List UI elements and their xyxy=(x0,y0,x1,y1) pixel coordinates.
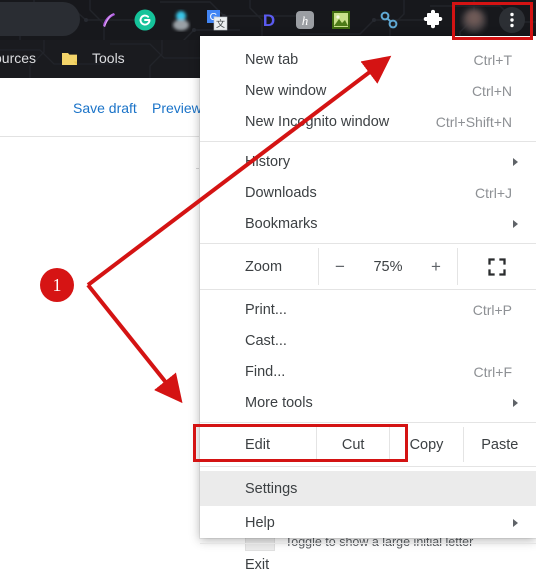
menu-item-downloads[interactable]: Downloads Ctrl+J xyxy=(200,177,536,208)
menu-separator xyxy=(200,543,536,544)
menu-item-label: More tools xyxy=(245,394,313,411)
menu-item-label: Find... xyxy=(245,363,286,380)
menu-item-history[interactable]: History xyxy=(200,146,536,177)
fullscreen-button[interactable] xyxy=(458,248,536,285)
zoom-label: Zoom xyxy=(245,258,283,275)
menu-item-label: Bookmarks xyxy=(245,215,318,232)
menu-item-find[interactable]: Find... Ctrl+F xyxy=(200,356,536,387)
save-draft-link[interactable]: Save draft xyxy=(73,100,137,116)
menu-item-label: Exit xyxy=(245,556,270,573)
menu-item-label: New window xyxy=(245,82,327,99)
chevron-right-icon xyxy=(513,398,518,407)
menu-item-label: Settings xyxy=(245,480,298,497)
svg-text:h: h xyxy=(302,13,309,28)
menu-item-label: Print... xyxy=(245,301,287,318)
zoom-controls: − 75% + xyxy=(318,248,458,285)
copy-button[interactable]: Copy xyxy=(390,427,464,462)
step-badge-label: 1 xyxy=(52,274,62,295)
menu-item-help[interactable]: Help xyxy=(200,506,536,539)
chevron-right-icon xyxy=(513,219,518,228)
extensions-puzzle-icon[interactable] xyxy=(420,7,446,33)
menu-item-new-incognito-window[interactable]: New Incognito window Ctrl+Shift+N xyxy=(200,106,536,137)
zoom-out-button[interactable]: − xyxy=(327,257,353,277)
menu-separator xyxy=(200,466,536,467)
menu-item-label: New Incognito window xyxy=(245,113,390,130)
menu-separator xyxy=(200,289,536,290)
chrome-main-menu: New tab Ctrl+T New window Ctrl+N New Inc… xyxy=(200,36,536,573)
editor-divider xyxy=(0,136,199,137)
menu-item-accelerator: Ctrl+P xyxy=(472,301,512,318)
folder-icon xyxy=(62,53,77,65)
menu-item-print[interactable]: Print... Ctrl+P xyxy=(200,294,536,325)
menu-item-label: New tab xyxy=(245,51,299,68)
editor-action-bar: Save draft Preview xyxy=(0,100,205,130)
content-rule xyxy=(196,168,199,169)
zoom-in-button[interactable]: + xyxy=(423,257,449,277)
menu-item-label: Help xyxy=(245,514,275,531)
fullscreen-icon xyxy=(488,257,506,276)
menu-item-cast[interactable]: Cast... xyxy=(200,325,536,356)
menu-row-edit: Edit Cut Copy Paste xyxy=(200,427,536,462)
cut-button[interactable]: Cut xyxy=(317,427,391,462)
menu-item-label: Downloads xyxy=(245,184,317,201)
menu-item-more-tools[interactable]: More tools xyxy=(200,387,536,418)
menu-item-bookmarks[interactable]: Bookmarks xyxy=(200,208,536,239)
menu-item-exit[interactable]: Exit xyxy=(200,548,536,581)
menu-item-settings[interactable]: Settings xyxy=(200,471,536,506)
browser-toolbar: G 文 D h xyxy=(0,0,536,40)
honey-icon[interactable]: h xyxy=(292,7,318,33)
preview-link[interactable]: Preview xyxy=(152,100,202,116)
menu-separator xyxy=(200,243,536,244)
cloud-extension-icon[interactable] xyxy=(168,7,194,33)
paste-button[interactable]: Paste xyxy=(464,427,536,462)
zoom-level-value: 75% xyxy=(373,258,403,275)
menu-item-accelerator: Ctrl+T xyxy=(473,51,513,68)
menu-item-accelerator: Ctrl+F xyxy=(473,363,513,380)
menu-item-label: History xyxy=(245,153,291,170)
dashlane-icon[interactable]: D xyxy=(256,7,282,33)
step-badge-1: 1 xyxy=(40,268,74,302)
chrome-menu-kebab-icon[interactable] xyxy=(497,5,527,35)
omnibox-pill[interactable] xyxy=(0,2,80,36)
grammarly-icon[interactable] xyxy=(132,7,158,33)
edit-label: Edit xyxy=(200,427,317,462)
menu-item-new-tab[interactable]: New tab Ctrl+T xyxy=(200,44,536,75)
bookmark-tools[interactable]: Tools xyxy=(92,50,125,66)
menu-item-accelerator: Ctrl+N xyxy=(471,82,512,99)
profile-avatar-icon[interactable] xyxy=(459,5,489,35)
menu-item-label: Cast... xyxy=(245,332,287,349)
bookmark-resources[interactable]: ources xyxy=(0,50,36,66)
menu-separator xyxy=(200,141,536,142)
menu-item-accelerator: Ctrl+Shift+N xyxy=(435,113,512,130)
menu-top-padding xyxy=(200,36,536,44)
chevron-right-icon xyxy=(513,157,518,166)
menu-item-accelerator: Ctrl+J xyxy=(475,184,512,201)
menu-separator xyxy=(200,422,536,423)
menu-row-zoom: Zoom − 75% + xyxy=(200,248,536,285)
chevron-right-icon xyxy=(513,518,518,527)
google-translate-icon[interactable]: G 文 xyxy=(204,7,230,33)
image-extension-icon[interactable] xyxy=(328,7,354,33)
feather-extension-icon[interactable] xyxy=(96,7,122,33)
svg-text:D: D xyxy=(263,11,275,30)
link-extension-icon[interactable] xyxy=(376,7,402,33)
menu-item-new-window[interactable]: New window Ctrl+N xyxy=(200,75,536,106)
svg-text:文: 文 xyxy=(216,18,225,29)
